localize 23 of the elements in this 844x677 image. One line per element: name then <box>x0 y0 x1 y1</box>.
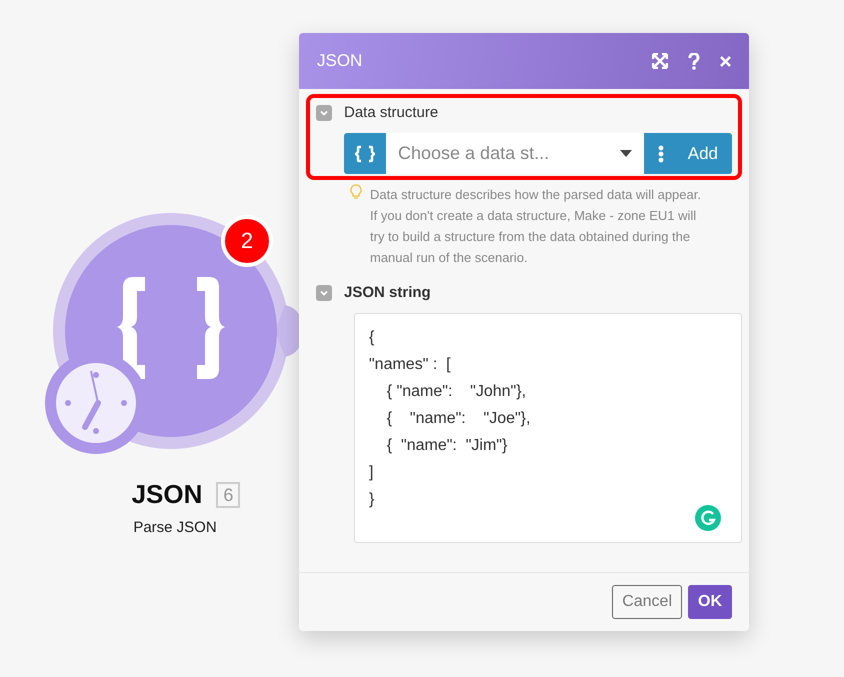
more-icon <box>658 144 664 162</box>
hint-text: Data structure describes how the parsed data will appear. If you don't create a data structure, Make - zone EU1 will try to build a structure from the data obtained during the manual run of the scenario. <box>370 186 702 267</box>
module-title: JSON <box>132 479 202 510</box>
add-button[interactable]: Add <box>644 133 732 174</box>
dialog-title: JSON <box>317 51 362 71</box>
help-icon[interactable] <box>688 52 700 70</box>
json-string-field[interactable]: { "names" : [ { "name": "John"}, { "name": "Joe"}, { "name": "Jim"} ] } <box>354 313 742 543</box>
grammarly-icon[interactable] <box>695 505 721 531</box>
notification-badge: 2 <box>221 215 273 267</box>
module-id: 6 <box>216 482 240 508</box>
data-structure-select[interactable]: Choose a data st... <box>386 133 644 174</box>
module-subtitle: Parse JSON <box>132 519 218 536</box>
collapse-toggle[interactable] <box>316 104 332 120</box>
dropdown-caret-icon <box>620 150 632 157</box>
section-label: Data structure <box>344 104 438 121</box>
collapse-toggle[interactable] <box>316 284 332 300</box>
close-icon[interactable] <box>720 56 731 66</box>
lightbulb-icon <box>350 184 362 200</box>
braces-icon <box>344 133 386 174</box>
section-label: JSON string <box>344 284 431 301</box>
ok-button[interactable]: OK <box>688 585 732 619</box>
cancel-button[interactable]: Cancel <box>612 585 682 619</box>
expand-icon[interactable] <box>652 53 668 69</box>
